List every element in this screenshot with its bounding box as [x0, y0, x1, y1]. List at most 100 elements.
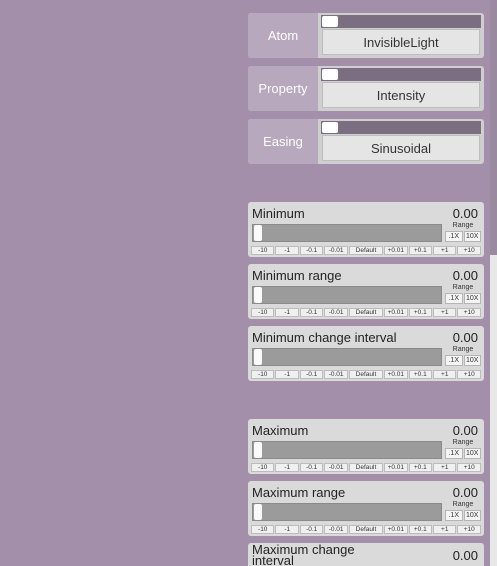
range-up-button[interactable]: 10X: [463, 355, 481, 366]
default-button[interactable]: Default: [348, 246, 384, 255]
range-label: Range: [452, 501, 474, 508]
default-button[interactable]: Default: [348, 463, 384, 472]
scroll-thumb[interactable]: [322, 122, 338, 133]
slider-name: Maximum range: [252, 485, 346, 500]
step-minus-10[interactable]: -10: [251, 463, 275, 472]
step-plus-0.01[interactable]: +0.01: [384, 246, 408, 255]
range-down-button[interactable]: .1X: [445, 448, 463, 459]
range-control: Range .1X 10X: [445, 284, 481, 306]
range-up-button[interactable]: 10X: [463, 231, 481, 242]
atom-chooser: Atom InvisibleLight: [248, 13, 484, 58]
step-minus-0.01[interactable]: -0.01: [324, 525, 348, 534]
step-minus-1[interactable]: -1: [275, 370, 299, 379]
step-plus-0.1[interactable]: +0.1: [408, 525, 433, 534]
slider-track[interactable]: [252, 348, 442, 366]
scroll-thumb[interactable]: [322, 16, 338, 27]
default-button[interactable]: Default: [348, 308, 384, 317]
slider-maximum: Maximum 0.00 Range .1X 10X -10 -1 -0.1 -0…: [248, 419, 484, 474]
step-minus-10[interactable]: -10: [251, 370, 275, 379]
range-down-button[interactable]: .1X: [445, 231, 463, 242]
step-plus-10[interactable]: +10: [457, 525, 481, 534]
range-up-button[interactable]: 10X: [463, 448, 481, 459]
step-minus-0.01[interactable]: -0.01: [324, 463, 348, 472]
vertical-scrollbar[interactable]: [490, 0, 497, 566]
step-plus-1[interactable]: +1: [433, 525, 457, 534]
range-label: Range: [452, 284, 474, 291]
slider-knob[interactable]: [254, 442, 262, 458]
step-minus-0.01[interactable]: -0.01: [324, 308, 348, 317]
slider-name: Maximum change interval: [252, 542, 355, 566]
range-down-button[interactable]: .1X: [445, 293, 463, 304]
step-plus-10[interactable]: +10: [457, 246, 481, 255]
step-plus-0.1[interactable]: +0.1: [408, 308, 433, 317]
step-buttons: -10 -1 -0.1 -0.01 Default +0.01 +0.1 +1 …: [251, 246, 481, 255]
property-scrollbar[interactable]: [321, 68, 481, 81]
slider-maximum-change-interval: Maximum change interval 0.00: [248, 543, 484, 566]
step-minus-1[interactable]: -1: [275, 308, 299, 317]
step-plus-1[interactable]: +1: [433, 370, 457, 379]
range-control: Range .1X 10X: [445, 501, 481, 523]
step-minus-10[interactable]: -10: [251, 246, 275, 255]
slider-minimum-change-interval: Minimum change interval 0.00 Range .1X 10…: [248, 326, 484, 381]
slider-value[interactable]: 0.00: [453, 548, 478, 563]
slider-knob[interactable]: [254, 225, 262, 241]
step-minus-0.01[interactable]: -0.01: [324, 370, 348, 379]
range-down-button[interactable]: .1X: [445, 355, 463, 366]
step-buttons: -10 -1 -0.1 -0.01 Default +0.01 +0.1 +1 …: [251, 308, 481, 317]
step-minus-1[interactable]: -1: [275, 246, 299, 255]
step-minus-0.01[interactable]: -0.01: [324, 246, 348, 255]
step-buttons: -10 -1 -0.1 -0.01 Default +0.01 +0.1 +1 …: [251, 463, 481, 472]
step-plus-0.01[interactable]: +0.01: [384, 463, 408, 472]
slider-value[interactable]: 0.00: [453, 485, 478, 500]
atom-select[interactable]: InvisibleLight: [322, 29, 480, 55]
step-plus-0.1[interactable]: +0.1: [408, 246, 433, 255]
scrollbar-thumb[interactable]: [490, 0, 497, 255]
default-button[interactable]: Default: [348, 525, 384, 534]
range-control: Range .1X 10X: [445, 222, 481, 244]
slider-track[interactable]: [252, 224, 442, 242]
easing-label: Easing: [248, 119, 318, 164]
step-minus-0.1[interactable]: -0.1: [299, 463, 324, 472]
step-minus-1[interactable]: -1: [275, 525, 299, 534]
slider-knob[interactable]: [254, 349, 262, 365]
range-down-button[interactable]: .1X: [445, 510, 463, 521]
slider-track[interactable]: [252, 503, 442, 521]
step-plus-0.01[interactable]: +0.01: [384, 370, 408, 379]
step-plus-10[interactable]: +10: [457, 463, 481, 472]
slider-knob[interactable]: [254, 287, 262, 303]
step-plus-0.1[interactable]: +0.1: [408, 370, 433, 379]
step-minus-10[interactable]: -10: [251, 308, 275, 317]
default-button[interactable]: Default: [348, 370, 384, 379]
slider-track[interactable]: [252, 441, 442, 459]
step-minus-0.1[interactable]: -0.1: [299, 308, 324, 317]
step-minus-0.1[interactable]: -0.1: [299, 246, 324, 255]
step-plus-10[interactable]: +10: [457, 308, 481, 317]
easing-select[interactable]: Sinusoidal: [322, 135, 480, 161]
range-up-button[interactable]: 10X: [463, 293, 481, 304]
step-minus-1[interactable]: -1: [275, 463, 299, 472]
step-plus-0.01[interactable]: +0.01: [384, 525, 408, 534]
scrollbar-track[interactable]: [490, 255, 497, 566]
slider-knob[interactable]: [254, 504, 262, 520]
range-up-button[interactable]: 10X: [463, 510, 481, 521]
step-minus-0.1[interactable]: -0.1: [299, 370, 324, 379]
step-plus-0.1[interactable]: +0.1: [408, 463, 433, 472]
slider-minimum-range: Minimum range 0.00 Range .1X 10X -10 -1 -…: [248, 264, 484, 319]
step-plus-1[interactable]: +1: [433, 463, 457, 472]
slider-value[interactable]: 0.00: [453, 206, 478, 221]
property-select[interactable]: Intensity: [322, 82, 480, 108]
slider-value[interactable]: 0.00: [453, 268, 478, 283]
atom-scrollbar[interactable]: [321, 15, 481, 28]
slider-value[interactable]: 0.00: [453, 423, 478, 438]
step-plus-10[interactable]: +10: [457, 370, 481, 379]
step-plus-1[interactable]: +1: [433, 308, 457, 317]
step-minus-0.1[interactable]: -0.1: [299, 525, 324, 534]
slider-value[interactable]: 0.00: [453, 330, 478, 345]
scroll-thumb[interactable]: [322, 69, 338, 80]
slider-name: Minimum change interval: [252, 330, 397, 345]
step-minus-10[interactable]: -10: [251, 525, 275, 534]
easing-scrollbar[interactable]: [321, 121, 481, 134]
step-plus-1[interactable]: +1: [433, 246, 457, 255]
slider-track[interactable]: [252, 286, 442, 304]
step-plus-0.01[interactable]: +0.01: [384, 308, 408, 317]
